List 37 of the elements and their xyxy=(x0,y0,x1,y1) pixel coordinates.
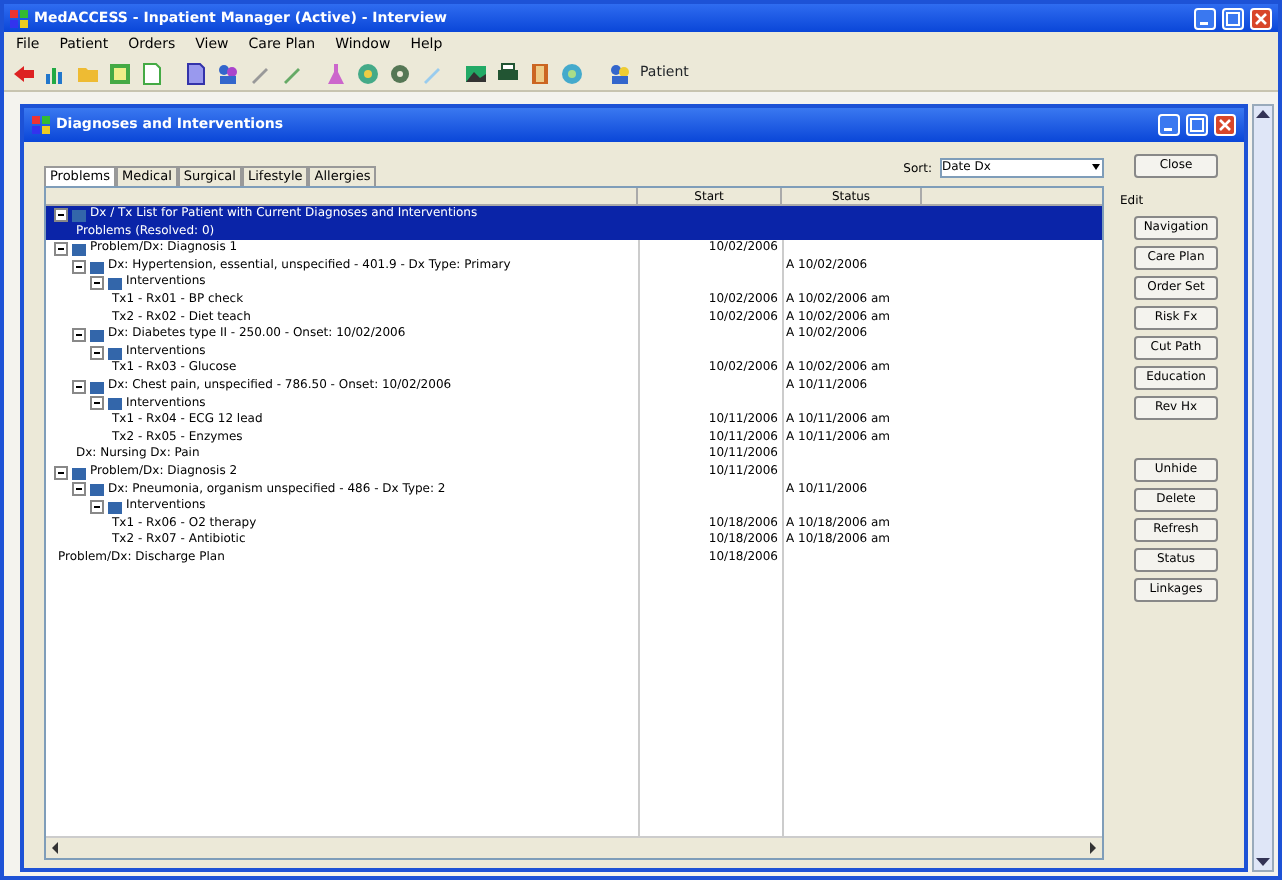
app-icon xyxy=(10,9,28,27)
people-icon[interactable] xyxy=(216,61,240,85)
close-icon xyxy=(1218,118,1232,132)
horizontal-scrollbar[interactable] xyxy=(46,836,1102,858)
book-icon[interactable] xyxy=(528,61,552,85)
arrow-icon[interactable] xyxy=(12,61,36,85)
collapse-icon[interactable] xyxy=(72,482,86,497)
vertical-scrollbar[interactable] xyxy=(1252,104,1274,872)
collapse-icon[interactable] xyxy=(72,327,86,342)
document-icon[interactable] xyxy=(184,61,208,85)
caret-icon xyxy=(1090,160,1102,172)
collapse-icon[interactable] xyxy=(72,379,86,394)
collapse-icon[interactable] xyxy=(72,259,86,274)
collapse-icon[interactable] xyxy=(54,465,68,480)
printer-icon[interactable] xyxy=(496,61,520,85)
image-icon[interactable] xyxy=(464,61,488,85)
folder-icon xyxy=(72,207,86,222)
close-button[interactable] xyxy=(1250,7,1272,29)
maximize-button[interactable] xyxy=(1222,7,1244,29)
minimize-button[interactable] xyxy=(1158,114,1180,136)
collapse-icon[interactable] xyxy=(90,396,104,411)
flask-icon[interactable] xyxy=(324,61,348,85)
maximize-button[interactable] xyxy=(1186,114,1208,136)
close-button[interactable] xyxy=(1214,114,1236,136)
scroll-up-icon[interactable] xyxy=(1254,106,1272,124)
maximize-icon xyxy=(1226,11,1240,25)
app-icon xyxy=(32,116,50,134)
people-icon xyxy=(608,61,632,85)
collapse-icon[interactable] xyxy=(90,345,104,360)
collapse-icon[interactable] xyxy=(90,499,104,514)
collapse-icon[interactable] xyxy=(54,241,68,256)
minimize-button[interactable] xyxy=(1194,7,1216,29)
scroll-down-icon[interactable] xyxy=(1254,852,1272,870)
maximize-icon xyxy=(1190,118,1204,132)
close-icon xyxy=(1254,11,1268,25)
collapse-icon[interactable] xyxy=(54,207,68,222)
collapse-icon[interactable] xyxy=(90,276,104,291)
